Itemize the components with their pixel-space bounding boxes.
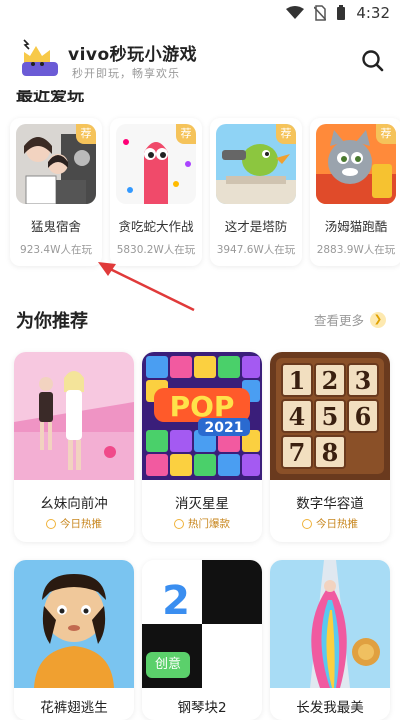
game-name: 消灭星星 — [175, 496, 229, 512]
game-thumbnail: 荐 — [16, 124, 96, 204]
status-time: 4:32 — [356, 4, 390, 22]
see-more-link[interactable]: 查看更多 ❯ — [314, 310, 386, 329]
clock-icon — [46, 518, 56, 529]
recommend-badge: 荐 — [276, 124, 296, 144]
game-name: 幺妹向前冲 — [40, 496, 108, 512]
game-card-ghost-dorm[interactable]: 荐 猛鬼宿舍 923.4W人在玩 — [10, 118, 102, 266]
puzzle-number: 5 — [322, 402, 339, 431]
game-tag: 热门爆款 — [142, 516, 262, 531]
wifi-icon — [286, 6, 305, 19]
game-thumbnail: 2 创意 — [142, 560, 262, 688]
chevron-right-icon: ❯ — [370, 311, 386, 328]
game-card-tower-defense[interactable]: 荐 这才是塔防 3947.6W人在玩 — [210, 118, 302, 266]
recommend-badge: 荐 — [176, 124, 196, 144]
puzzle-number: 1 — [289, 366, 306, 395]
clock-icon — [174, 518, 184, 529]
game-thumbnail: 荐 — [316, 124, 396, 204]
game-name: 花裤翅逃生 — [40, 700, 108, 716]
game-play-count: 923.4W人在玩 — [20, 244, 92, 256]
game-play-count: 3947.6W人在玩 — [216, 244, 296, 256]
piano-number: 2 — [162, 578, 190, 624]
game-card-snake[interactable]: 荐 贪吃蛇大作战 5830.2W人在玩 — [110, 118, 202, 266]
app-header: vivo秒玩小游戏 秒开即玩，畅享欢乐 — [0, 28, 400, 96]
puzzle-number: 7 — [289, 438, 306, 467]
puzzle-number: 6 — [355, 402, 372, 431]
game-tag: 今日热推 — [270, 516, 390, 531]
puzzle-number: 3 — [355, 366, 372, 395]
game-card-number-puzzle[interactable]: 1 2 3 4 5 6 7 8 数字华容道 今日热推 — [270, 352, 390, 542]
game-name: 贪吃蛇大作战 — [118, 219, 194, 234]
game-name: 钢琴块2 — [177, 700, 227, 716]
recent-games-row: 荐 猛鬼宿舍 923.4W人在玩 荐 贪吃蛇大作战 5830.2W人在玩 荐 这… — [10, 118, 400, 266]
see-more-label: 查看更多 — [313, 313, 364, 328]
game-thumbnail: 荐 — [116, 124, 196, 204]
no-sim-icon — [314, 5, 327, 21]
game-card-squid-escape[interactable]: 花裤翅逃生 — [14, 560, 134, 720]
recommend-section-title: 为你推荐 — [16, 311, 88, 332]
game-card-long-hair[interactable]: 长发我最美 — [270, 560, 390, 720]
pop-year-text: 2021 — [205, 420, 244, 436]
game-name: 汤姆猫跑酷 — [324, 219, 388, 234]
battery-icon — [337, 5, 346, 20]
game-card-talking-tom[interactable]: 荐 汤姆猫跑酷 2883.9W人在玩 — [310, 118, 400, 266]
game-thumbnail — [270, 560, 390, 688]
game-thumbnail: POP 2021 — [142, 352, 262, 480]
puzzle-number: 4 — [289, 402, 306, 431]
game-card-piano-tiles[interactable]: 2 创意 钢琴块2 — [142, 560, 262, 720]
recommend-badge: 荐 — [76, 124, 96, 144]
recommend-badge: 荐 — [376, 124, 396, 144]
game-play-count: 2883.9W人在玩 — [316, 244, 396, 256]
recent-section-title: 最近爱玩 — [16, 90, 84, 102]
status-bar: 4:32 — [0, 0, 400, 28]
game-thumbnail: 荐 — [216, 124, 296, 204]
game-name: 这才是塔防 — [224, 219, 288, 234]
game-thumbnail — [14, 560, 134, 688]
game-tag: 今日热推 — [14, 516, 134, 531]
game-name: 猛鬼宿舍 — [30, 219, 81, 234]
game-card-popstar[interactable]: POP 2021 消灭星星 热门爆款 — [142, 352, 262, 542]
game-name: 长发我最美 — [296, 700, 364, 716]
search-icon[interactable] — [360, 48, 386, 74]
game-name: 数字华容道 — [296, 496, 364, 512]
clock-icon — [302, 518, 312, 529]
game-thumbnail: 1 2 3 4 5 6 7 8 — [270, 352, 390, 480]
game-card-yaomei[interactable]: 幺妹向前冲 今日热推 — [14, 352, 134, 542]
puzzle-number: 2 — [322, 366, 339, 395]
app-title: vivo秒玩小游戏 — [68, 45, 198, 65]
annotation-arrow-icon — [98, 262, 195, 312]
game-thumbnail — [14, 352, 134, 480]
app-logo-icon — [22, 39, 58, 76]
game-play-count: 5830.2W人在玩 — [116, 244, 196, 256]
app-subtitle: 秒开即玩，畅享欢乐 — [72, 67, 180, 80]
creative-badge: 创意 — [146, 652, 190, 678]
puzzle-number: 8 — [322, 438, 339, 467]
